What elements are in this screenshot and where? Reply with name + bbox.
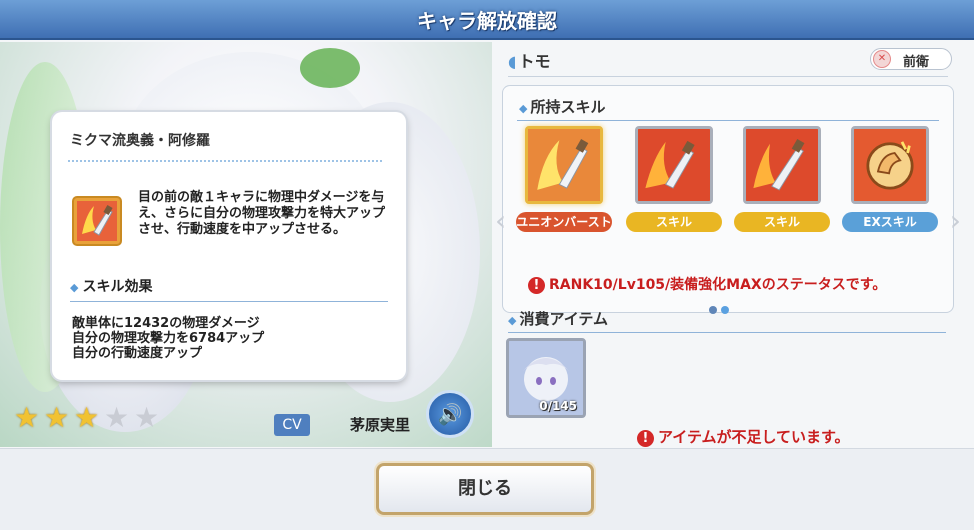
position-icon: ✕ xyxy=(873,50,891,68)
skills-header: ◆ 所持スキル xyxy=(519,96,605,117)
effect-line: 自分の行動速度アップ xyxy=(72,346,203,361)
skill-slot-union-burst[interactable]: ユニオンバースト xyxy=(516,126,612,232)
effect-header: ◆ スキル効果 xyxy=(70,276,152,296)
character-name-label: トモ xyxy=(518,52,551,71)
item-shortage-text: アイテムが不足しています。 xyxy=(658,428,850,446)
slash-fire-icon xyxy=(72,196,122,246)
exclamation-icon: ! xyxy=(528,277,545,294)
item-shortage-warning: ! アイテムが不足しています。 xyxy=(637,426,850,447)
page-dot[interactable] xyxy=(721,306,729,314)
position-label: 前衛 xyxy=(903,55,930,70)
cv-badge: CV xyxy=(274,414,310,436)
skill-tag: EXスキル xyxy=(842,212,938,232)
status-notice: ! RANK10/Lv105/装備強化MAXのステータスです。 xyxy=(528,274,886,294)
items-divider xyxy=(508,332,946,333)
dotted-divider xyxy=(68,160,382,162)
skills-header-label: 所持スキル xyxy=(530,98,606,116)
diamond-icon: ◆ xyxy=(519,102,528,115)
skill-slot-ex[interactable]: EXスキル xyxy=(842,126,938,232)
page-dot[interactable] xyxy=(709,306,717,314)
position-badge: ✕ 前衛 xyxy=(870,48,952,70)
skills-divider xyxy=(517,120,939,121)
star-rating: ★ ★ ★ ★ ★ xyxy=(14,404,162,432)
voice-play-button[interactable]: 🔊 xyxy=(426,390,474,438)
items-header-label: 消費アイテム xyxy=(519,310,608,328)
star-icon: ★ xyxy=(74,401,100,434)
slash-fire-icon xyxy=(525,126,603,204)
dialog-title: キャラ解放確認 xyxy=(417,9,557,33)
effect-list: 敵単体に12432の物理ダメージ 自分の物理攻撃力を6784アップ 自分の行動速… xyxy=(72,316,264,361)
skill-slot-2[interactable]: スキル xyxy=(734,126,830,232)
speaker-icon: 🔊 xyxy=(437,402,463,426)
popup-skill-name: ミクマ流奥義・阿修羅 xyxy=(70,133,210,149)
popup-skill-description: 目の前の敵１キャラに物理中ダメージを与え、さらに自分の物理攻撃力を特大アップさせ… xyxy=(138,190,386,237)
item-quantity: 0/145 xyxy=(539,399,577,413)
skill-slot-1[interactable]: スキル xyxy=(626,126,722,232)
star-icon: ★ xyxy=(134,401,160,434)
character-name: ◖ トモ xyxy=(508,48,550,72)
skill-tag: スキル xyxy=(626,212,722,232)
bracket-icon: ◖ xyxy=(508,52,517,71)
next-arrow-icon[interactable]: › xyxy=(950,204,961,237)
info-panel: ◖ トモ ✕ 前衛 ◆ 所持スキル ‹ › ユニオンバースト スキル スキル E… xyxy=(495,42,974,447)
star-icon: ★ xyxy=(14,401,40,434)
skill-detail-popup: ミクマ流奥義・阿修羅 目の前の敵１キャラに物理中ダメージを与え、さらに自分の物理… xyxy=(52,112,406,380)
footer-bar: 閉じる xyxy=(0,448,974,530)
slash-fire-icon xyxy=(743,126,821,204)
slash-fire-icon xyxy=(635,126,713,204)
flex-arm-icon xyxy=(851,126,929,204)
star-icon: ★ xyxy=(44,401,70,434)
prev-arrow-icon[interactable]: ‹ xyxy=(495,204,506,237)
unlock-dialog: キャラ解放確認 ★ ★ ★ ★ ★ CV 茅原実里 🔊 ミクマ流奥義・阿修羅 目… xyxy=(0,0,974,530)
memory-piece-item[interactable]: 0/145 xyxy=(506,338,586,418)
effect-header-label: スキル効果 xyxy=(82,279,153,295)
close-button[interactable]: 閉じる xyxy=(376,463,594,515)
diamond-icon: ◆ xyxy=(70,281,79,294)
star-icon: ★ xyxy=(104,401,130,434)
exclamation-icon: ! xyxy=(637,430,654,447)
effect-line: 自分の物理攻撃力を6784アップ xyxy=(72,331,265,346)
diamond-icon: ◆ xyxy=(508,314,517,327)
voice-actor-name: 茅原実里 xyxy=(350,416,411,434)
items-header: ◆ 消費アイテム xyxy=(508,308,608,329)
page-indicator xyxy=(707,299,731,318)
effect-line: 敵単体に12432の物理ダメージ xyxy=(72,316,260,331)
status-notice-text: RANK10/Lv105/装備強化MAXのステータスです。 xyxy=(549,277,887,293)
title-bar: キャラ解放確認 xyxy=(0,0,974,40)
skill-tag: スキル xyxy=(734,212,830,232)
skill-tag: ユニオンバースト xyxy=(516,212,612,232)
header-divider xyxy=(508,76,948,77)
effect-divider xyxy=(70,301,388,302)
